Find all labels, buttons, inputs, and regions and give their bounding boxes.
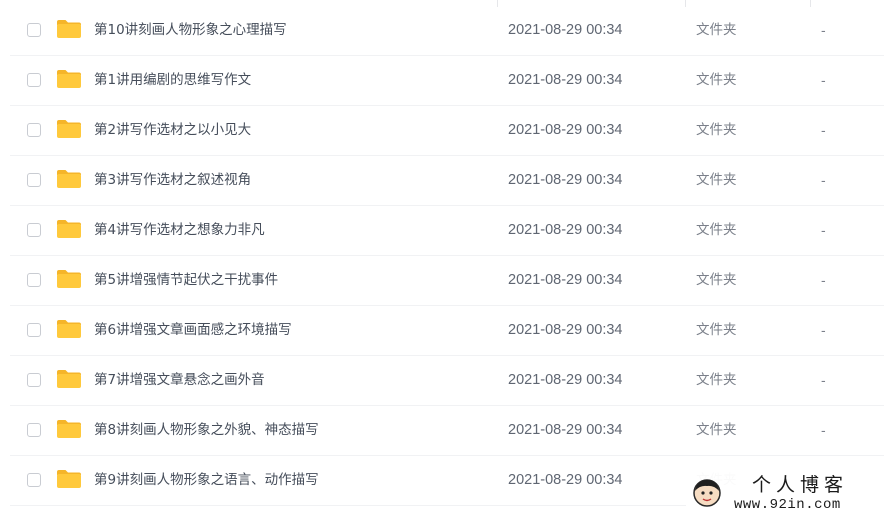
- file-size: -: [821, 372, 826, 388]
- row-checkbox[interactable]: [27, 373, 41, 387]
- file-row[interactable]: 第5讲增强情节起伏之干扰事件 2021-08-29 00:34 文件夹 -: [10, 256, 884, 306]
- row-checkbox[interactable]: [27, 473, 41, 487]
- modified-date: 2021-08-29 00:34: [508, 22, 623, 38]
- folder-icon: [56, 119, 82, 139]
- row-checkbox[interactable]: [27, 123, 41, 137]
- file-name[interactable]: 第3讲写作选材之叙述视角: [94, 170, 251, 190]
- folder-icon: [56, 369, 82, 389]
- file-type: 文件夹: [696, 172, 737, 188]
- watermark-url: www.92in.com: [734, 497, 841, 513]
- file-row[interactable]: 第4讲写作选材之想象力非凡 2021-08-29 00:34 文件夹 -: [10, 206, 884, 256]
- row-checkbox[interactable]: [27, 23, 41, 37]
- file-row[interactable]: 第10讲刻画人物形象之心理描写 2021-08-29 00:34 文件夹 -: [10, 6, 884, 56]
- file-type: 文件夹: [696, 372, 737, 388]
- folder-icon: [56, 19, 82, 39]
- modified-date: 2021-08-29 00:34: [508, 72, 623, 88]
- folder-icon: [56, 469, 82, 489]
- file-name[interactable]: 第2讲写作选材之以小见大: [94, 120, 251, 140]
- file-size: -: [821, 422, 826, 438]
- file-row[interactable]: 第6讲增强文章画面感之环境描写 2021-08-29 00:34 文件夹 -: [10, 306, 884, 356]
- modified-date: 2021-08-29 00:34: [508, 222, 623, 238]
- row-checkbox[interactable]: [27, 323, 41, 337]
- modified-date: 2021-08-29 00:34: [508, 422, 623, 438]
- row-checkbox[interactable]: [27, 423, 41, 437]
- modified-date: 2021-08-29 00:34: [508, 122, 623, 138]
- file-row[interactable]: 第3讲写作选材之叙述视角 2021-08-29 00:34 文件夹 -: [10, 156, 884, 206]
- file-type: 文件夹: [696, 272, 737, 288]
- modified-date: 2021-08-29 00:34: [508, 322, 623, 338]
- file-name[interactable]: 第5讲增强情节起伏之干扰事件: [94, 270, 278, 290]
- watermark-avatar-icon: [692, 478, 722, 508]
- file-size: -: [821, 72, 826, 88]
- file-name[interactable]: 第10讲刻画人物形象之心理描写: [94, 20, 287, 40]
- folder-icon: [56, 319, 82, 339]
- file-size: -: [821, 172, 826, 188]
- file-size: -: [821, 122, 826, 138]
- watermark: 个人博客 www.92in.com: [686, 466, 884, 518]
- file-type: 文件夹: [696, 322, 737, 338]
- folder-icon: [56, 219, 82, 239]
- file-type: 文件夹: [696, 72, 737, 88]
- modified-date: 2021-08-29 00:34: [508, 172, 623, 188]
- file-type: 文件夹: [696, 222, 737, 238]
- folder-icon: [56, 269, 82, 289]
- folder-icon: [56, 169, 82, 189]
- file-size: -: [821, 222, 826, 238]
- file-name[interactable]: 第8讲刻画人物形象之外貌、神态描写: [94, 420, 319, 440]
- file-type: 文件夹: [696, 122, 737, 138]
- file-name[interactable]: 第4讲写作选材之想象力非凡: [94, 220, 265, 240]
- file-row[interactable]: 第1讲用编剧的思维写作文 2021-08-29 00:34 文件夹 -: [10, 56, 884, 106]
- folder-icon: [56, 419, 82, 439]
- row-checkbox[interactable]: [27, 73, 41, 87]
- file-list: 第10讲刻画人物形象之心理描写 2021-08-29 00:34 文件夹 - 第1讲用编…: [0, 0, 884, 518]
- modified-date: 2021-08-29 00:34: [508, 372, 623, 388]
- row-checkbox[interactable]: [27, 273, 41, 287]
- file-name[interactable]: 第6讲增强文章画面感之环境描写: [94, 320, 292, 340]
- file-type: 文件夹: [696, 22, 737, 38]
- modified-date: 2021-08-29 00:34: [508, 472, 623, 488]
- file-size: -: [821, 22, 826, 38]
- file-row[interactable]: 第7讲增强文章悬念之画外音 2021-08-29 00:34 文件夹 -: [10, 356, 884, 406]
- file-type: 文件夹: [696, 422, 737, 438]
- file-row[interactable]: 第8讲刻画人物形象之外貌、神态描写 2021-08-29 00:34 文件夹 -: [10, 406, 884, 456]
- watermark-title: 个人博客: [752, 474, 849, 496]
- folder-icon: [56, 69, 82, 89]
- modified-date: 2021-08-29 00:34: [508, 272, 623, 288]
- file-row[interactable]: 第2讲写作选材之以小见大 2021-08-29 00:34 文件夹 -: [10, 106, 884, 156]
- row-checkbox[interactable]: [27, 223, 41, 237]
- file-name[interactable]: 第7讲增强文章悬念之画外音: [94, 370, 265, 390]
- file-size: -: [821, 322, 826, 338]
- file-name[interactable]: 第9讲刻画人物形象之语言、动作描写: [94, 470, 319, 490]
- row-checkbox[interactable]: [27, 173, 41, 187]
- file-size: -: [821, 272, 826, 288]
- file-name[interactable]: 第1讲用编剧的思维写作文: [94, 70, 251, 90]
